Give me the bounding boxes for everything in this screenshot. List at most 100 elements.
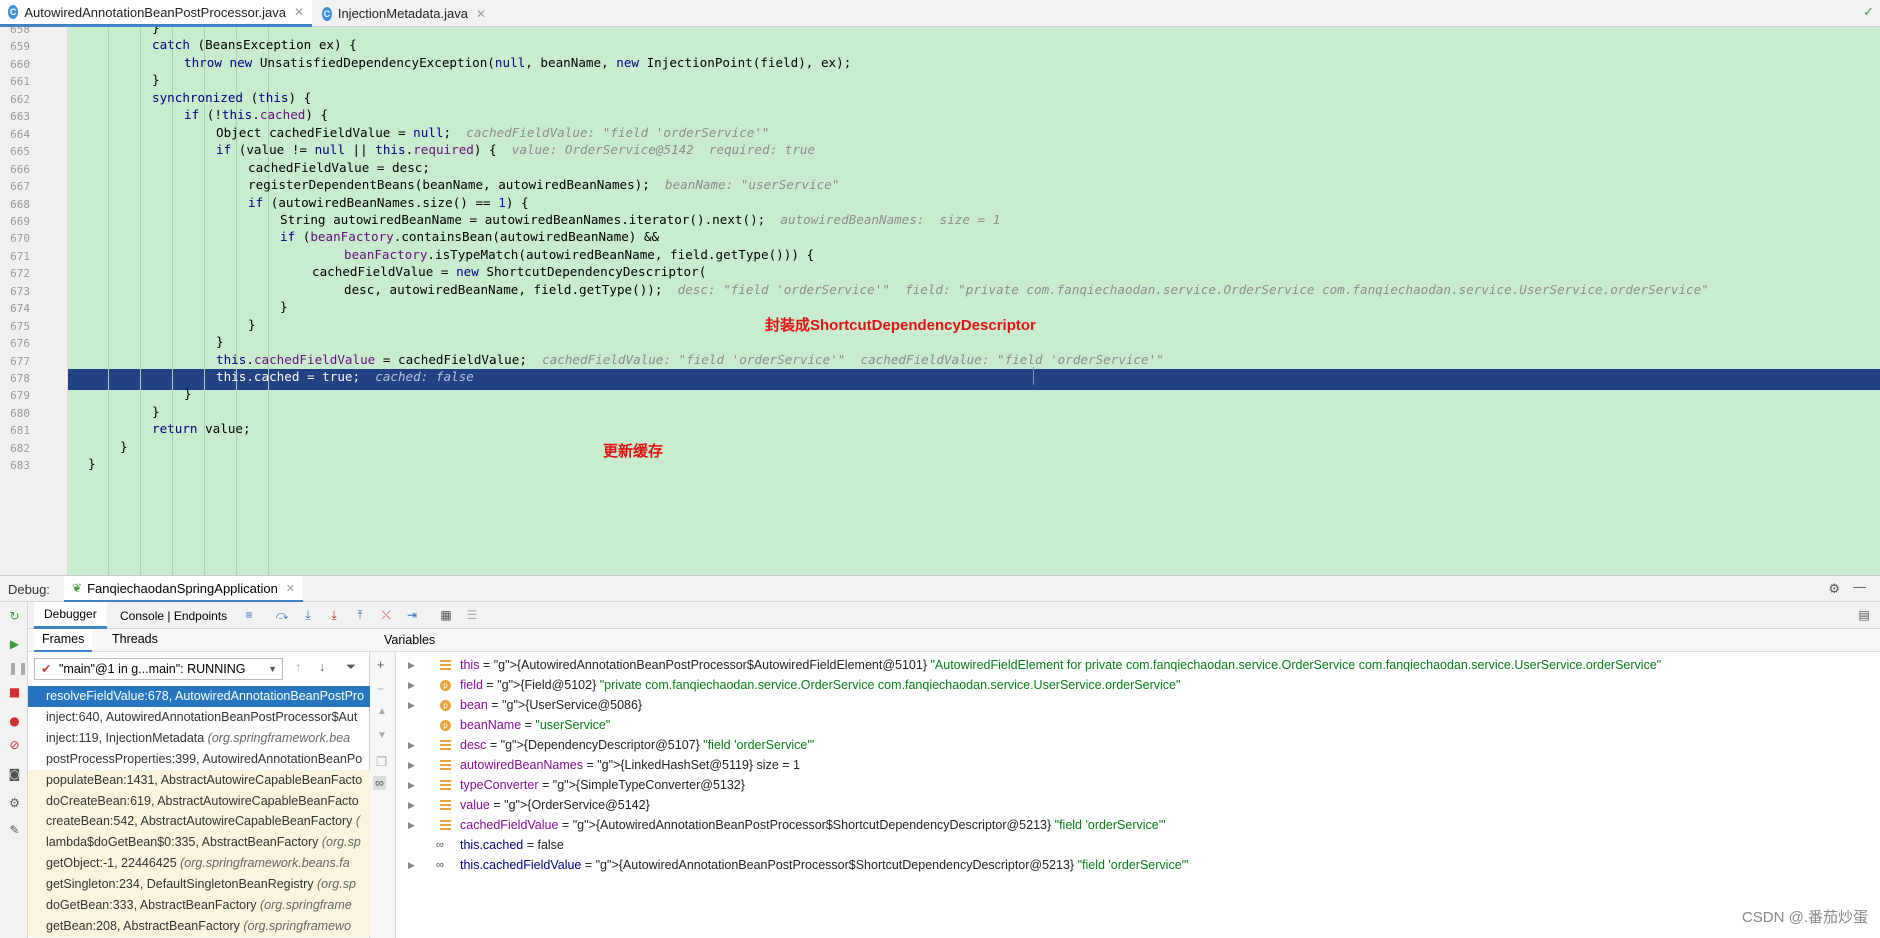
- copy-icon[interactable]: ❐: [376, 754, 387, 769]
- tab-frames[interactable]: Frames: [34, 629, 93, 652]
- debug-toolbar: Debugger Console | Endpoints ≡ ⤼ ⤓ ⤓ ⤒ ⤬…: [0, 602, 1880, 629]
- variable-row[interactable]: ▶ p field = "g">{Field@5102} "private com.…: [396, 675, 1876, 695]
- force-step-into-icon[interactable]: ⤓: [326, 607, 342, 623]
- frame-method: inject:640, AutowiredAnnotationBeanPostP…: [46, 709, 358, 724]
- close-icon[interactable]: ✕: [476, 7, 486, 21]
- frame-package: (org.springframe: [256, 898, 352, 912]
- stop-icon[interactable]: ■: [8, 686, 21, 699]
- step-into-icon[interactable]: ⤓: [300, 607, 316, 623]
- expand-arrow-icon[interactable]: ▶: [408, 695, 415, 715]
- frame-item[interactable]: getObject:-1, 22446425 (org.springframew…: [28, 853, 370, 875]
- list-icon[interactable]: ≡: [241, 607, 257, 623]
- variable-value: = "g">{AutowiredAnnotationBeanPostProces…: [558, 818, 1166, 832]
- line-number: 678: [10, 372, 30, 385]
- code-line: if (beanFactory.containsBean(autowiredBe…: [280, 229, 660, 245]
- frame-item[interactable]: doCreateBean:619, AbstractAutowireCapabl…: [28, 790, 370, 812]
- arrow-down-icon[interactable]: ↓: [319, 660, 325, 674]
- expand-arrow-icon[interactable]: ▶: [408, 675, 415, 695]
- debug-side-strip: ↻ ▶ ❚❚ ■ ● ⊘ ◙ ⚙ ✎: [0, 602, 28, 938]
- frame-item[interactable]: inject:640, AutowiredAnnotationBeanPostP…: [28, 707, 370, 728]
- step-over-icon[interactable]: ⤼: [274, 607, 290, 623]
- breakpoints-icon[interactable]: ●: [8, 715, 21, 728]
- frame-item[interactable]: lambda$doGetBean$0:335, AbstractBeanFact…: [28, 832, 370, 854]
- expand-arrow-icon[interactable]: ▶: [408, 795, 415, 815]
- line-number: 675: [10, 319, 30, 333]
- frame-method: doCreateBean:619, AbstractAutowireCapabl…: [46, 793, 359, 808]
- move-down-icon[interactable]: ▼: [377, 730, 387, 741]
- variable-row[interactable]: ∞ this.cached = false: [396, 835, 1876, 855]
- java-class-icon: C: [8, 5, 19, 19]
- drop-frame-icon[interactable]: ⤬: [378, 607, 394, 623]
- resume-icon[interactable]: ▶: [8, 638, 21, 651]
- frame-package: (org.springframewo: [239, 918, 352, 933]
- minimize-icon[interactable]: —: [1853, 579, 1866, 594]
- expand-arrow-icon[interactable]: ▶: [408, 815, 415, 835]
- pin-icon[interactable]: ✎: [8, 824, 21, 837]
- check-icon: ✔: [41, 662, 52, 676]
- close-icon[interactable]: ✕: [294, 5, 304, 19]
- glasses-icon[interactable]: ∞: [373, 776, 386, 790]
- arrow-up-icon[interactable]: ↑: [295, 660, 301, 674]
- tab-autowired-processor[interactable]: C AutowiredAnnotationBeanPostProcessor.j…: [0, 0, 312, 27]
- code-line: this.cachedFieldValue = cachedFieldValue…: [216, 351, 1164, 367]
- code-editor[interactable]: 658 659 660 661 662 663 664 665 666 667 668 669 670 6…: [0, 27, 1880, 575]
- gear-icon[interactable]: ⚙: [1828, 581, 1840, 597]
- debug-session-tab[interactable]: ❦ FanqiechaodanSpringApplication ✕: [64, 576, 304, 603]
- expand-arrow-icon[interactable]: ▶: [408, 755, 415, 775]
- expand-arrow-icon[interactable]: ▶: [408, 775, 415, 795]
- frame-item[interactable]: inject:119, InjectionMetadata (org.sprin…: [28, 728, 370, 749]
- expand-arrow-icon[interactable]: ▶: [408, 855, 415, 875]
- variable-row[interactable]: ▶ value = "g">{OrderService@5142}: [396, 795, 1876, 815]
- line-number: 661: [10, 75, 30, 89]
- frame-item[interactable]: getSingleton:234, DefaultSingletonBeanRe…: [28, 874, 370, 896]
- evaluate-icon[interactable]: ▦: [438, 607, 454, 623]
- frame-method: getSingleton:234, DefaultSingletonBeanRe…: [46, 877, 314, 892]
- add-watch-icon[interactable]: +: [377, 658, 384, 672]
- variable-row[interactable]: p beanName = "userService": [396, 715, 1876, 735]
- expand-arrow-icon[interactable]: ▶: [408, 735, 415, 755]
- variable-value: = "g">{OrderService@5142}: [489, 798, 650, 812]
- frame-package: (org.sp: [313, 877, 356, 892]
- code-line: String autowiredBeanName = autowiredBean…: [280, 211, 1001, 227]
- frame-item[interactable]: getBean:208, AbstractBeanFactory (org.sp…: [28, 915, 370, 937]
- variable-row[interactable]: ▶ ∞ this.cachedFieldValue = "g">{Autowired…: [396, 855, 1876, 875]
- annotation-wrap: 封装成ShortcutDependencyDescriptor: [765, 317, 1036, 334]
- tab-injection-metadata[interactable]: C InjectionMetadata.java ✕: [314, 0, 494, 27]
- variable-row[interactable]: ▶ this = "g">{AutowiredAnnotationBeanPost…: [396, 655, 1876, 675]
- layout-icon[interactable]: ▤: [1856, 607, 1872, 623]
- variable-name: typeConverter: [460, 778, 539, 792]
- camera-icon[interactable]: ◙: [8, 768, 21, 781]
- close-icon[interactable]: ✕: [286, 582, 295, 595]
- variable-row[interactable]: ▶ cachedFieldValue = "g">{AutowiredAnnota…: [396, 815, 1876, 835]
- frame-item[interactable]: createBean:542, AbstractAutowireCapableB…: [28, 811, 370, 833]
- variable-row[interactable]: ▶ typeConverter = "g">{SimpleTypeConverte…: [396, 775, 1876, 795]
- line-number: 667: [10, 180, 30, 194]
- expand-arrow-icon[interactable]: ▶: [408, 655, 415, 675]
- tab-console[interactable]: Console | Endpoints: [114, 602, 233, 629]
- line-number: 677: [10, 354, 30, 368]
- run-to-cursor-icon[interactable]: ⇥: [404, 607, 420, 623]
- variable-row[interactable]: ▶ desc = "g">{DependencyDescriptor@5107} …: [396, 735, 1876, 755]
- frame-item[interactable]: doGetBean:333, AbstractBeanFactory (org.…: [28, 895, 370, 916]
- frame-item[interactable]: populateBean:1431, AbstractAutowireCapab…: [28, 769, 370, 791]
- parameter-icon: p: [440, 700, 451, 711]
- frame-package: (: [352, 814, 361, 829]
- indent-guide: [108, 27, 109, 575]
- tab-threads[interactable]: Threads: [104, 629, 166, 652]
- frame-item[interactable]: resolveFieldValue:678, AutowiredAnnotati…: [28, 686, 370, 707]
- settings-icon[interactable]: ⚙: [8, 797, 21, 810]
- frame-item[interactable]: postProcessProperties:399, AutowiredAnno…: [28, 749, 370, 770]
- rerun-icon[interactable]: ↻: [8, 610, 21, 623]
- filter-icon[interactable]: ⏷: [346, 660, 356, 675]
- pause-icon[interactable]: ❚❚: [8, 662, 28, 675]
- mute-breakpoints-icon[interactable]: ⊘: [8, 739, 21, 752]
- move-up-icon[interactable]: ▲: [377, 706, 387, 717]
- tab-debugger[interactable]: Debugger: [34, 602, 107, 629]
- thread-selector[interactable]: ✔ "main"@1 in g...main": RUNNING ▼: [34, 658, 283, 680]
- trace-icon[interactable]: ☰: [464, 607, 480, 623]
- variable-row[interactable]: ▶ autowiredBeanNames = "g">{LinkedHashSet…: [396, 755, 1876, 775]
- tab-label: AutowiredAnnotationBeanPostProcessor.jav…: [24, 4, 286, 20]
- remove-watch-icon[interactable]: −: [377, 682, 384, 696]
- variable-row[interactable]: ▶ p bean = "g">{UserService@5086}: [396, 695, 1876, 715]
- step-out-icon[interactable]: ⤒: [352, 607, 368, 623]
